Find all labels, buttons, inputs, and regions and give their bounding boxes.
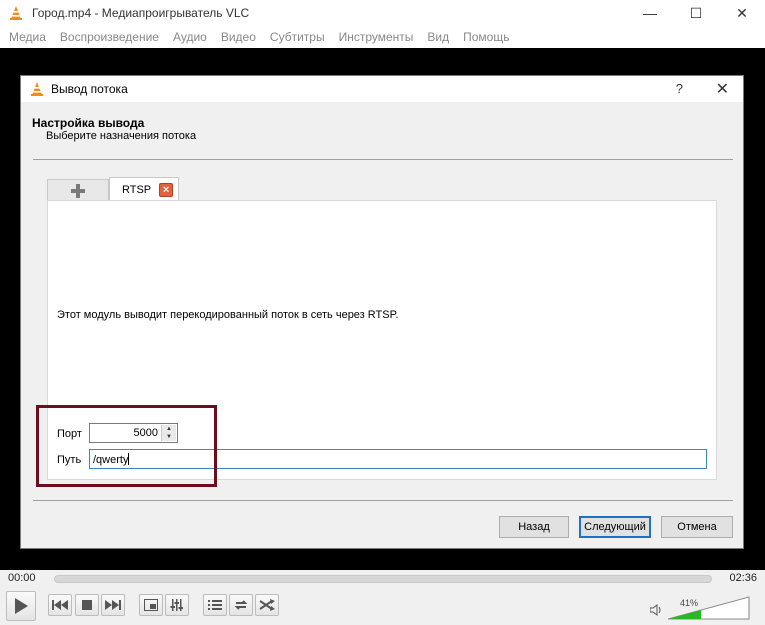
menu-video[interactable]: Видео	[214, 30, 263, 44]
fullscreen-button[interactable]	[139, 594, 163, 616]
dialog-title: Вывод потока	[51, 82, 128, 96]
next-button[interactable]	[101, 594, 125, 616]
footer-divider	[33, 500, 733, 501]
dialog-close-button[interactable]: ✕	[716, 79, 729, 99]
menu-media[interactable]: Медиа	[2, 30, 53, 44]
module-description: Этот модуль выводит перекодированный пот…	[57, 309, 399, 321]
fullscreen-icon	[144, 599, 158, 611]
next-button[interactable]: Следующий	[579, 516, 651, 538]
previous-button[interactable]	[48, 594, 72, 616]
menu-tools[interactable]: Инструменты	[332, 30, 421, 44]
time-total: 02:36	[729, 572, 757, 584]
menu-audio[interactable]: Аудио	[166, 30, 214, 44]
wizard-step-title: Настройка вывода	[32, 116, 145, 130]
menubar: Медиа Воспроизведение Аудио Видео Субтит…	[0, 26, 765, 48]
time-current: 00:00	[8, 572, 36, 584]
extended-settings-button[interactable]	[165, 594, 189, 616]
window-title: Город.mp4 - Медиапроигрыватель VLC	[32, 6, 250, 20]
playlist-icon	[208, 600, 222, 610]
add-destination-tab[interactable]	[47, 179, 109, 201]
vlc-cone-icon	[31, 82, 43, 96]
wizard-step-subtitle: Выберите назначения потока	[46, 130, 197, 142]
close-window-button[interactable]: ✕	[719, 0, 765, 26]
skip-back-icon	[52, 600, 68, 610]
volume-slider[interactable]	[668, 596, 750, 620]
close-tab-icon[interactable]: ×	[159, 183, 174, 197]
loop-icon	[234, 600, 248, 610]
skip-forward-icon	[105, 600, 121, 610]
maximize-button[interactable]: ☐	[673, 0, 719, 26]
controls-row: 41%	[0, 588, 765, 625]
playlist-button[interactable]	[203, 594, 227, 616]
loop-button[interactable]	[229, 594, 253, 616]
menu-view[interactable]: Вид	[420, 30, 456, 44]
dialog-titlebar: Вывод потока ? ✕	[21, 76, 743, 102]
plus-icon	[71, 183, 85, 198]
volume-icon[interactable]	[650, 604, 662, 616]
equalizer-icon	[170, 599, 183, 611]
vlc-cone-icon	[10, 6, 22, 20]
tab-rtsp-label: RTSP	[122, 184, 152, 196]
minimize-button[interactable]: —	[627, 0, 673, 26]
seek-row: 00:00 02:36	[0, 570, 765, 588]
back-button[interactable]: Назад	[499, 516, 569, 538]
seek-slider[interactable]	[54, 575, 712, 583]
highlight-rectangle	[36, 405, 217, 487]
play-icon	[15, 598, 28, 614]
menu-help[interactable]: Помощь	[456, 30, 516, 44]
header-divider	[33, 159, 733, 160]
cancel-button[interactable]: Отмена	[661, 516, 733, 538]
menu-subtitles[interactable]: Субтитры	[263, 30, 332, 44]
help-button[interactable]: ?	[676, 81, 683, 96]
shuffle-icon	[259, 599, 275, 611]
stop-icon	[82, 600, 92, 610]
tab-rtsp[interactable]: RTSP ×	[109, 177, 179, 202]
menu-playback[interactable]: Воспроизведение	[53, 30, 166, 44]
stop-button[interactable]	[75, 594, 99, 616]
play-button[interactable]	[6, 591, 36, 621]
shuffle-button[interactable]	[255, 594, 279, 616]
wizard-header: Настройка вывода Выберите назначения пот…	[21, 102, 743, 162]
